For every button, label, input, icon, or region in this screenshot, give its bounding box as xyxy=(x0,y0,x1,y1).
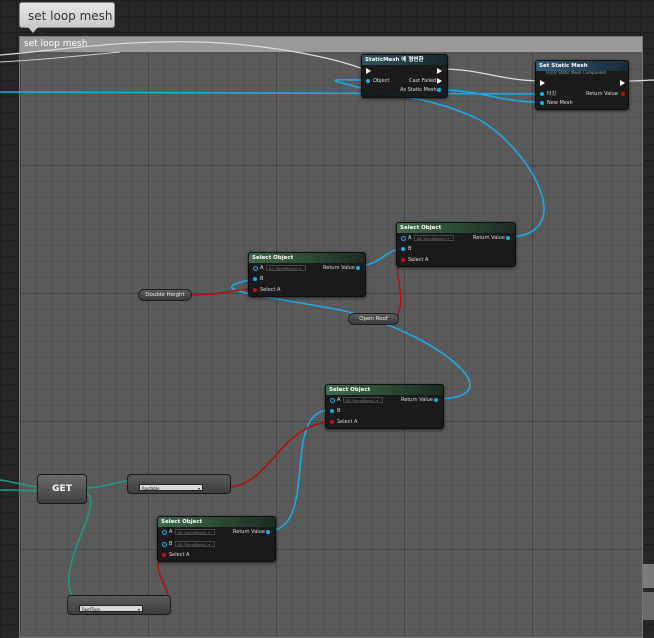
select-a-label: Select A xyxy=(408,257,429,263)
enum-value-text: RoofType xyxy=(82,607,101,612)
set-static-mesh-subtitle: 타깃은 Static Mesh Component xyxy=(546,70,607,75)
a-label: A xyxy=(260,265,264,271)
a-label: A xyxy=(337,397,341,403)
exec-wire xyxy=(625,79,654,82)
enum-value-text: Roofable xyxy=(142,486,160,491)
select-object-title: Select Object xyxy=(158,517,275,527)
enum-equal-node[interactable]: RoofType ▾ xyxy=(67,595,171,615)
object-pin[interactable] xyxy=(366,79,370,83)
offscreen-node-edge xyxy=(643,592,654,620)
cast-node[interactable]: StaticMesh 에 형변환 Object Cast Failed As S… xyxy=(361,54,448,98)
target-pin[interactable] xyxy=(540,92,544,96)
return-value-pin[interactable] xyxy=(434,398,438,402)
select-object-node[interactable]: Select Object A BA_DomeRoom1 ▾ Return Va… xyxy=(248,252,366,297)
set-static-mesh-node[interactable]: Set Static Mesh 타깃은 Static Mesh Componen… xyxy=(535,60,629,110)
select-a-pin[interactable] xyxy=(401,258,405,262)
b-label: B xyxy=(337,408,341,414)
open-roof-variable[interactable]: Open Roof xyxy=(348,313,399,325)
select-a-label: Select A xyxy=(337,419,358,425)
select-object-title: Select Object xyxy=(249,253,365,263)
select-a-pin[interactable] xyxy=(253,288,257,292)
object-wire xyxy=(334,78,545,238)
enum-equal-node[interactable]: Roofable ▾ xyxy=(127,474,231,494)
teal-wire xyxy=(0,489,40,492)
teal-wire xyxy=(83,479,131,489)
double-height-variable[interactable]: Double Height xyxy=(138,289,192,301)
a-asset-combo[interactable]: BA_DomeRoom1 ▾ xyxy=(175,529,215,535)
b-pin[interactable] xyxy=(162,542,167,547)
new-mesh-label: New Mesh xyxy=(547,100,573,106)
exec-in-pin[interactable] xyxy=(366,68,371,74)
bool-wire xyxy=(228,421,331,488)
object-wire xyxy=(0,91,539,95)
as-static-mesh-label: As Static Mesh xyxy=(400,87,437,93)
select-object-node[interactable]: Select Object A BA_DomeRoom1 ▾ Return Va… xyxy=(396,222,516,267)
exec-out-pin[interactable] xyxy=(437,68,442,74)
a-pin[interactable] xyxy=(253,266,258,271)
return-value-pin[interactable] xyxy=(621,92,625,96)
b-label: B xyxy=(408,246,412,252)
a-asset-combo[interactable]: BA_DomeRoom1 ▾ xyxy=(343,397,383,403)
offscreen-node-edge xyxy=(643,564,654,588)
exec-out-pin[interactable] xyxy=(620,80,625,86)
cast-failed-pin[interactable] xyxy=(437,78,442,84)
return-value-label: Return Value xyxy=(323,265,355,271)
select-object-title: Select Object xyxy=(397,223,515,233)
return-value-pin[interactable] xyxy=(506,236,510,240)
object-wire xyxy=(439,89,539,103)
b-pin[interactable] xyxy=(401,247,405,251)
b-pin[interactable] xyxy=(253,277,257,281)
exec-wire xyxy=(440,68,539,82)
a-label: A xyxy=(408,235,412,241)
b-pin[interactable] xyxy=(330,409,334,413)
a-asset-combo[interactable]: BA_DomeRoom1 ▾ xyxy=(414,235,454,241)
b-label: B xyxy=(260,276,264,282)
teal-wire xyxy=(68,491,92,601)
chevron-down-icon: ▾ xyxy=(197,486,200,491)
get-node[interactable]: GET xyxy=(37,474,87,504)
return-value-label: Return Value xyxy=(233,529,265,535)
target-label: 타깃 xyxy=(547,91,557,97)
return-value-label: Return Value xyxy=(586,91,618,97)
enum-value-dropdown[interactable]: Roofable ▾ xyxy=(139,484,203,491)
cast-failed-label: Cast Failed xyxy=(409,78,437,84)
select-object-node[interactable]: Select Object A BA_DomeRoom1 ▾ Return Va… xyxy=(157,516,276,562)
object-wire xyxy=(267,409,331,532)
exec-wire xyxy=(0,41,364,70)
a-asset-combo[interactable]: BA_DomeRoom1 ▾ xyxy=(266,265,306,271)
select-a-pin[interactable] xyxy=(162,553,166,557)
a-label: A xyxy=(169,529,173,535)
cast-node-title: StaticMesh 에 형변환 xyxy=(362,55,447,65)
select-object-node[interactable]: Select Object A BA_DomeRoom1 ▾ Return Va… xyxy=(325,384,444,429)
object-wire xyxy=(231,279,471,400)
exec-in-pin[interactable] xyxy=(540,80,545,86)
select-object-title: Select Object xyxy=(326,385,443,395)
select-a-pin[interactable] xyxy=(330,420,334,424)
enum-value-dropdown[interactable]: RoofType ▾ xyxy=(79,605,143,612)
as-static-mesh-pin[interactable] xyxy=(437,88,441,92)
bool-wire xyxy=(394,259,402,319)
return-value-pin[interactable] xyxy=(356,266,360,270)
b-asset-combo[interactable]: BA_DomeRoom1 ▾ xyxy=(175,541,215,547)
teal-wire xyxy=(0,479,40,488)
a-pin[interactable] xyxy=(162,530,167,535)
new-mesh-pin[interactable] xyxy=(540,101,544,105)
select-a-label: Select A xyxy=(260,287,281,293)
a-pin[interactable] xyxy=(330,398,335,403)
return-value-label: Return Value xyxy=(473,235,505,241)
object-label: Object xyxy=(373,78,390,84)
select-a-label: Select A xyxy=(169,552,190,558)
chevron-down-icon: ▾ xyxy=(137,607,140,612)
return-value-pin[interactable] xyxy=(266,530,270,534)
return-value-label: Return Value xyxy=(401,397,433,403)
a-pin[interactable] xyxy=(401,236,406,241)
b-label: B xyxy=(169,541,173,547)
